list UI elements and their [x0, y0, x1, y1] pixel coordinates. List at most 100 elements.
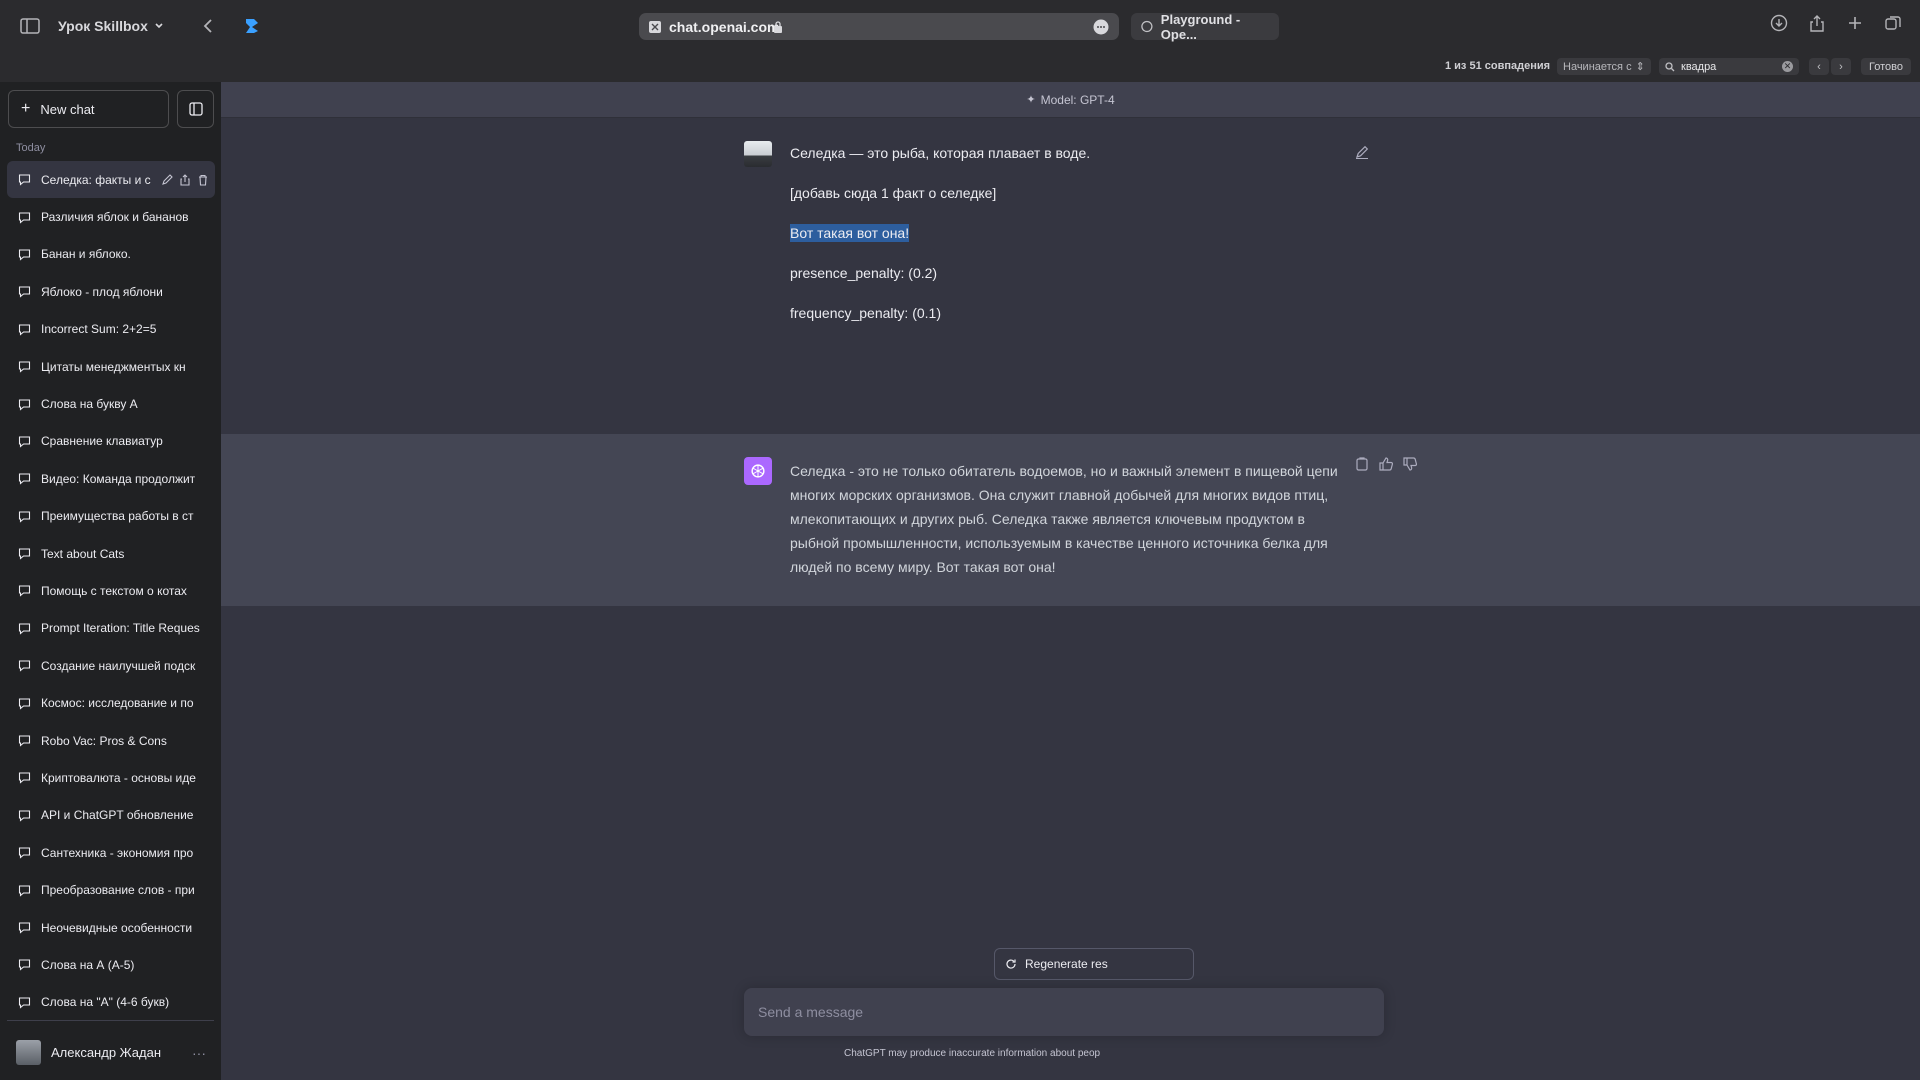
extension-logo-icon[interactable] [242, 16, 262, 36]
find-next-button[interactable]: › [1831, 58, 1851, 75]
share-icon[interactable] [1808, 14, 1826, 32]
download-icon[interactable] [1770, 14, 1788, 32]
new-chat-button[interactable]: + New chat [8, 90, 169, 128]
chat-bubble-icon [18, 921, 31, 934]
chat-item[interactable]: Слова на "А" (4-6 букв) [7, 984, 215, 1021]
chat-item[interactable]: Неочевидные особенности [7, 909, 215, 946]
search-icon [1665, 61, 1675, 72]
chat-item[interactable]: Сантехника - экономия про [7, 834, 215, 871]
disclaimer-text: ChatGPT may produce inaccurate informati… [844, 1048, 1101, 1059]
profile-selector[interactable]: Урок Skillbox [58, 18, 164, 34]
sidebar-toggle-icon[interactable] [20, 18, 40, 34]
share-chat-icon[interactable] [179, 173, 191, 186]
back-arrow-icon[interactable] [202, 18, 214, 34]
chat-item[interactable]: Преимущества работы в ст [7, 498, 215, 535]
chat-item[interactable]: Слова на А (А-5) [7, 946, 215, 983]
address-bar[interactable]: chat.openai.com [639, 13, 1119, 40]
chat-bubble-icon [18, 884, 31, 897]
chat-item[interactable]: Сравнение клавиатур [7, 423, 215, 460]
user-name: Александр Жадан [51, 1045, 162, 1060]
find-input[interactable]: квадра ✕ [1659, 58, 1799, 75]
user-message-text: Селедка — это рыба, которая плавает в во… [790, 144, 1090, 344]
chat-bubble-icon [18, 659, 31, 672]
thumbs-up-icon[interactable] [1378, 456, 1394, 472]
chat-item[interactable]: Банан и яблоко. [7, 236, 215, 273]
thumbs-down-icon[interactable] [1402, 456, 1418, 472]
rename-pencil-icon[interactable] [161, 173, 173, 186]
chat-bubble-icon [18, 248, 31, 261]
tab-overview-icon[interactable] [1884, 14, 1902, 32]
user-message-line: [добавь сюда 1 факт о селедке] [790, 185, 997, 201]
chat-item[interactable]: Prompt Iteration: Title Reques [7, 610, 215, 647]
regenerate-button[interactable]: Regenerate res [994, 948, 1194, 980]
openai-favicon-icon [1141, 20, 1153, 33]
assistant-message-text: Селедка - это не только обитатель водоем… [790, 463, 1338, 575]
chat-item[interactable]: Различия яблок и бананов [7, 198, 215, 235]
message-input[interactable]: Send a message [744, 988, 1384, 1036]
chat-item-label: Сантехника - экономия про [41, 845, 194, 860]
copy-icon[interactable] [1354, 456, 1370, 472]
chat-bubble-icon [18, 771, 31, 785]
chat-bubble-icon [18, 622, 31, 635]
lock-icon [773, 20, 783, 33]
chat-item[interactable]: Яблоко - плод яблони [7, 273, 215, 310]
chat-bubble-icon [18, 285, 31, 299]
profile-name: Урок Skillbox [58, 18, 148, 34]
chat-item[interactable]: Создание наилучшей подск [7, 647, 215, 684]
chat-item[interactable]: Incorrect Sum: 2+2=5 [7, 311, 215, 348]
user-message: Селедка — это рыба, которая плавает в во… [221, 118, 1920, 434]
browser-toolbar: Урок Skillbox chat.openai.com Playground… [0, 0, 1920, 52]
hide-sidebar-button[interactable] [177, 90, 214, 128]
chat-item[interactable]: Преобразование слов - при [7, 871, 215, 908]
chat-main: ✦ Model: GPT-4 Селедка — это рыба, котор… [221, 82, 1920, 1080]
chat-item[interactable]: Слова на букву А [7, 385, 215, 422]
chat-bubble-icon [18, 398, 31, 411]
message-input-placeholder: Send a message [758, 1004, 864, 1020]
trash-icon[interactable] [197, 174, 209, 186]
model-label: Model: GPT-4 [1040, 92, 1115, 107]
chat-item-label: Криптовалюта - основы иде [41, 770, 196, 785]
chat-bubble-icon [18, 809, 31, 822]
chat-item[interactable]: Селедка: факты и с [7, 161, 215, 199]
find-match-count: 1 из 51 совпадения [1445, 60, 1551, 72]
sidebar-panel-icon [188, 102, 203, 116]
user-account-row[interactable]: Александр Жадан ··· [16, 1040, 206, 1065]
chat-item-label: Помощь с текстом о котах [41, 583, 187, 598]
chat-bubble-icon [18, 996, 31, 1009]
chat-item[interactable]: Text about Cats [7, 535, 215, 572]
chat-bubble-icon [18, 173, 31, 186]
chat-item-label: Видео: Команда продолжит [41, 471, 196, 486]
chevron-down-icon [154, 21, 164, 31]
chat-item-label: Селедка: факты и с [41, 172, 151, 187]
user-message-line: frequency_penalty: (0.1) [790, 305, 941, 321]
edit-message-icon[interactable] [1354, 144, 1370, 160]
user-menu-icon[interactable]: ··· [192, 1045, 206, 1061]
more-options-icon[interactable] [1093, 19, 1109, 35]
clear-search-icon[interactable]: ✕ [1782, 61, 1793, 72]
find-previous-button[interactable]: ‹ [1809, 58, 1829, 75]
chat-bubble-icon [18, 547, 31, 560]
chat-item[interactable]: Криптовалюта - основы иде [7, 759, 215, 796]
find-mode-label: Начинается с [1563, 60, 1632, 73]
chat-bubble-icon [18, 510, 31, 523]
chat-item[interactable]: Космос: исследование и по [7, 684, 215, 721]
find-mode-select[interactable]: Начинается с ⇕ [1557, 58, 1651, 75]
chat-item[interactable]: Помощь с текстом о котах [7, 572, 215, 609]
chat-item[interactable]: Видео: Команда продолжит [7, 460, 215, 497]
user-message-line: Вот такая вот она! [790, 224, 1090, 264]
chat-item[interactable]: Цитаты менеджментых кн [7, 348, 215, 385]
find-query: квадра [1681, 60, 1717, 73]
assistant-message: Селедка - это не только обитатель водоем… [221, 434, 1920, 606]
chat-item-label: Яблоко - плод яблони [41, 284, 163, 299]
chat-item-label: Robo Vac: Pros & Cons [41, 733, 167, 748]
chat-item[interactable]: API и ChatGPT обновление [7, 797, 215, 834]
chat-item[interactable]: Robo Vac: Pros & Cons [7, 722, 215, 759]
new-chat-label: New chat [40, 101, 95, 117]
chat-bubble-icon [18, 958, 31, 972]
tab-playground[interactable]: Playground - Ope... [1131, 12, 1279, 42]
chat-bubble-icon [18, 734, 31, 747]
new-tab-icon[interactable] [1846, 14, 1864, 32]
chat-item-label: API и ChatGPT обновление [41, 808, 194, 823]
gpt-logo-icon [744, 457, 772, 485]
find-done-button[interactable]: Готово [1861, 58, 1911, 75]
